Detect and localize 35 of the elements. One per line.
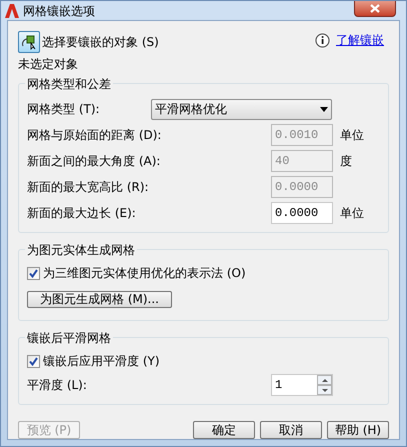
mesh-type-dropdown[interactable]: 平滑网格优化 [151, 98, 332, 120]
close-button[interactable] [354, 1, 396, 17]
window-title: 网格镶嵌选项 [23, 2, 95, 20]
field-label: 平滑度 (L): [27, 377, 88, 394]
unit-label: 单位 [340, 205, 364, 222]
dialog-button[interactable]: 帮助 (H) [327, 421, 389, 439]
smoothness-spinner[interactable]: 1 [271, 374, 333, 396]
generate-mesh-button[interactable]: 为图元生成网格 (M)... [27, 290, 172, 308]
info-icon [315, 32, 330, 48]
field-label: 网格与原始面的距离 (D): [27, 127, 162, 144]
group-title: 为图元实体生成网格 [25, 241, 137, 259]
checkbox-label: 镶嵌后应用平滑度 (Y) [43, 353, 160, 370]
learn-tessellation-link[interactable]: 了解镶嵌 [336, 31, 384, 49]
selection-status: 未选定对象 [18, 56, 79, 73]
select-objects-label: 选择要镶嵌的对象 (S) [42, 34, 159, 51]
field-label: 新面之间的最大角度 (A): [27, 153, 162, 170]
dialog-button[interactable]: 确定 [193, 421, 255, 439]
checkbox[interactable] [27, 354, 40, 368]
field-label: 新面的最大宽高比 (R): [27, 179, 150, 196]
checkbox[interactable] [27, 266, 40, 280]
close-icon [370, 4, 380, 12]
spin-down-icon[interactable] [317, 385, 332, 395]
group-title: 网格类型和公差 [25, 75, 113, 93]
dialog-button[interactable]: 取消 [260, 421, 322, 439]
input-field[interactable]: 0.0000 [271, 202, 333, 224]
field-label: 网格类型 (T): [27, 101, 101, 118]
app-logo-icon [5, 4, 19, 18]
field-label: 新面的最大边长 (E): [27, 205, 137, 222]
dropdown-caret-icon [320, 106, 328, 112]
checkbox-label: 为三维图元实体使用优化的表示法 (O) [43, 265, 246, 282]
spin-up-icon[interactable] [317, 375, 332, 385]
unit-label: 单位 [340, 127, 364, 144]
unit-label: 度 [340, 153, 352, 170]
select-objects-button[interactable] [18, 31, 40, 53]
group-title: 镶嵌后平滑网格 [25, 329, 113, 347]
